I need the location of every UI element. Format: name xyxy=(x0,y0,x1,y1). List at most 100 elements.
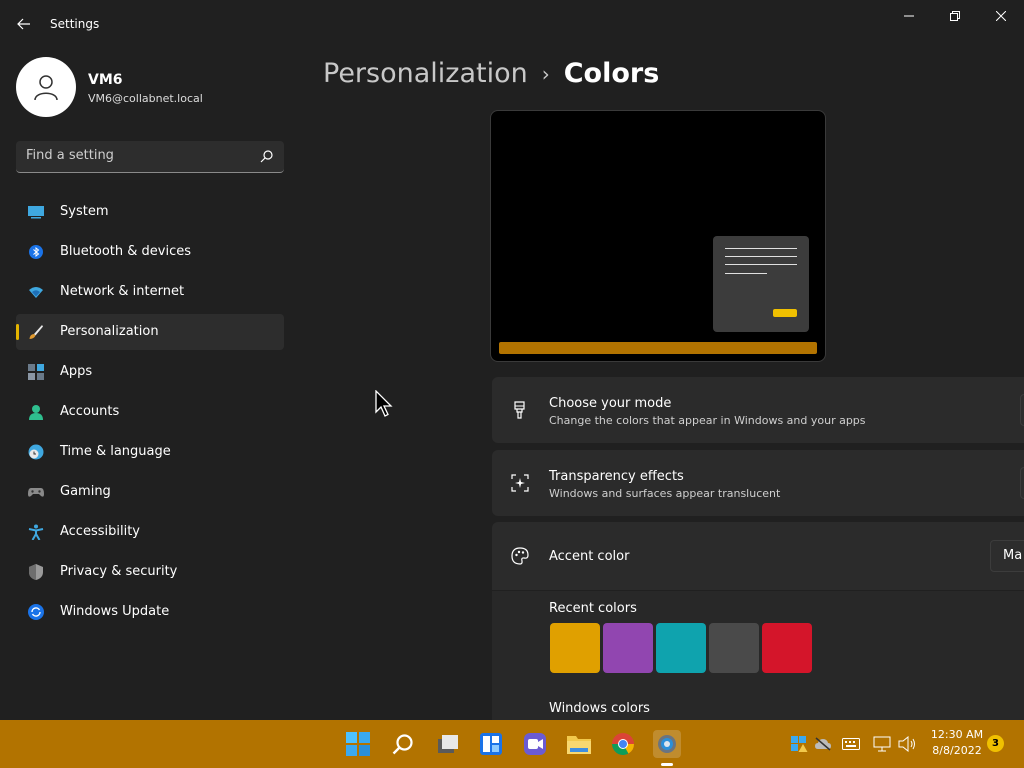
sidebar-item-label: Privacy & security xyxy=(60,564,178,579)
recent-colors-label: Recent colors xyxy=(549,601,637,616)
arrow-left-icon xyxy=(17,18,30,30)
title-bar: Settings xyxy=(0,0,1024,48)
network-tray-button[interactable] xyxy=(873,735,891,753)
active-app-indicator xyxy=(661,763,673,766)
task-view-button[interactable] xyxy=(434,730,462,758)
bluetooth-icon xyxy=(29,245,43,259)
recent-color-swatch[interactable] xyxy=(550,623,600,673)
accessibility-icon xyxy=(28,524,44,540)
choose-mode-title: Choose your mode xyxy=(549,396,672,411)
mode-dropdown[interactable] xyxy=(1020,394,1024,426)
transparency-title: Transparency effects xyxy=(549,469,684,484)
preview-line xyxy=(725,264,797,265)
close-icon xyxy=(996,11,1006,21)
maximize-button[interactable] xyxy=(932,0,978,32)
shield-icon xyxy=(29,564,43,580)
sidebar-nav: System Bluetooth & devices Network & int… xyxy=(16,194,284,634)
recent-color-swatch[interactable] xyxy=(709,623,759,673)
sidebar-item-label: Time & language xyxy=(60,444,171,459)
transparency-desc: Windows and surfaces appear translucent xyxy=(549,487,781,500)
security-tray-button[interactable] xyxy=(790,735,808,753)
volume-tray-button[interactable] xyxy=(898,735,916,753)
recent-color-swatch[interactable] xyxy=(603,623,653,673)
onedrive-tray-button[interactable] xyxy=(814,735,832,753)
search-input[interactable] xyxy=(26,148,246,163)
preview-taskbar xyxy=(499,342,817,354)
avatar[interactable] xyxy=(16,57,76,117)
choose-mode-card[interactable]: Choose your mode Change the colors that … xyxy=(492,377,1024,443)
windows-colors-label: Windows colors xyxy=(549,701,650,716)
sidebar-item-network[interactable]: Network & internet xyxy=(16,274,284,310)
sidebar-item-time-language[interactable]: Time & language xyxy=(16,434,284,470)
back-button[interactable] xyxy=(10,10,38,38)
wifi-icon xyxy=(29,287,43,298)
recent-color-swatch[interactable] xyxy=(656,623,706,673)
user-email: VM6@collabnet.local xyxy=(88,92,203,105)
sidebar-item-bluetooth[interactable]: Bluetooth & devices xyxy=(16,234,284,270)
sidebar-item-label: System xyxy=(60,204,109,219)
recent-color-swatch[interactable] xyxy=(762,623,812,673)
palette-icon xyxy=(511,547,529,565)
breadcrumb: Personalization › Colors xyxy=(323,58,659,89)
sidebar-item-personalization[interactable]: Personalization xyxy=(16,314,284,350)
sidebar-item-windows-update[interactable]: Windows Update xyxy=(16,594,284,630)
windows-start-icon xyxy=(346,732,370,756)
chrome-icon xyxy=(612,733,634,755)
transparency-toggle[interactable] xyxy=(1020,467,1024,499)
sidebar-item-system[interactable]: System xyxy=(16,194,284,230)
widgets-icon xyxy=(480,733,502,755)
preview-line xyxy=(725,248,797,249)
keyboard-tray-button[interactable] xyxy=(842,735,860,753)
sidebar-item-label: Gaming xyxy=(60,484,111,499)
user-icon xyxy=(34,75,58,101)
clock-date: 8/8/2022 xyxy=(932,744,982,757)
choose-mode-desc: Change the colors that appear in Windows… xyxy=(549,414,866,427)
defender-warning-icon xyxy=(791,736,808,752)
settings-app-button[interactable] xyxy=(653,730,681,758)
preview-line xyxy=(725,273,767,274)
clock-time: 12:30 AM xyxy=(930,728,984,741)
notification-badge[interactable]: 3 xyxy=(987,735,1004,752)
theme-preview xyxy=(490,110,826,362)
accent-mode-dropdown[interactable]: Ma xyxy=(990,540,1024,572)
taskbar-clock[interactable]: 12:30 AM 8/8/2022 xyxy=(930,727,984,759)
close-button[interactable] xyxy=(978,0,1024,32)
sidebar-item-label: Accounts xyxy=(60,404,120,419)
sidebar-item-privacy[interactable]: Privacy & security xyxy=(16,554,284,590)
preview-line xyxy=(725,256,797,257)
sidebar-item-label: Windows Update xyxy=(60,604,170,619)
clock-globe-icon xyxy=(28,444,44,460)
widgets-button[interactable] xyxy=(477,730,505,758)
taskbar-search-button[interactable] xyxy=(389,730,417,758)
active-indicator xyxy=(16,324,19,340)
sidebar-item-label: Bluetooth & devices xyxy=(60,244,191,259)
paint-bucket-icon xyxy=(514,401,525,419)
sidebar-item-apps[interactable]: Apps xyxy=(16,354,284,390)
restore-icon xyxy=(950,11,960,21)
user-name: VM6 xyxy=(88,72,123,88)
system-icon xyxy=(28,206,44,219)
brush-icon xyxy=(29,325,43,339)
accent-color-card[interactable]: Accent color xyxy=(492,522,1024,590)
sidebar-item-gaming[interactable]: Gaming xyxy=(16,474,284,510)
settings-icon xyxy=(658,735,676,753)
page-title: Colors xyxy=(563,58,660,89)
preview-accent-button xyxy=(773,309,797,317)
breadcrumb-parent[interactable]: Personalization xyxy=(323,58,528,89)
start-button[interactable] xyxy=(344,730,372,758)
sidebar-item-accounts[interactable]: Accounts xyxy=(16,394,284,430)
network-monitor-icon xyxy=(873,736,891,752)
preview-window xyxy=(713,236,809,332)
cloud-off-icon xyxy=(815,737,831,751)
search-icon[interactable] xyxy=(260,149,274,163)
sidebar-item-label: Accessibility xyxy=(60,524,140,539)
sidebar-item-accessibility[interactable]: Accessibility xyxy=(16,514,284,550)
search-box[interactable] xyxy=(16,141,284,173)
apps-icon xyxy=(28,364,44,380)
file-explorer-button[interactable] xyxy=(565,730,593,758)
keyboard-icon xyxy=(842,738,860,750)
transparency-card[interactable]: Transparency effects Windows and surface… xyxy=(492,450,1024,516)
minimize-button[interactable] xyxy=(886,0,932,32)
teams-chat-button[interactable] xyxy=(521,730,549,758)
chrome-button[interactable] xyxy=(609,730,637,758)
